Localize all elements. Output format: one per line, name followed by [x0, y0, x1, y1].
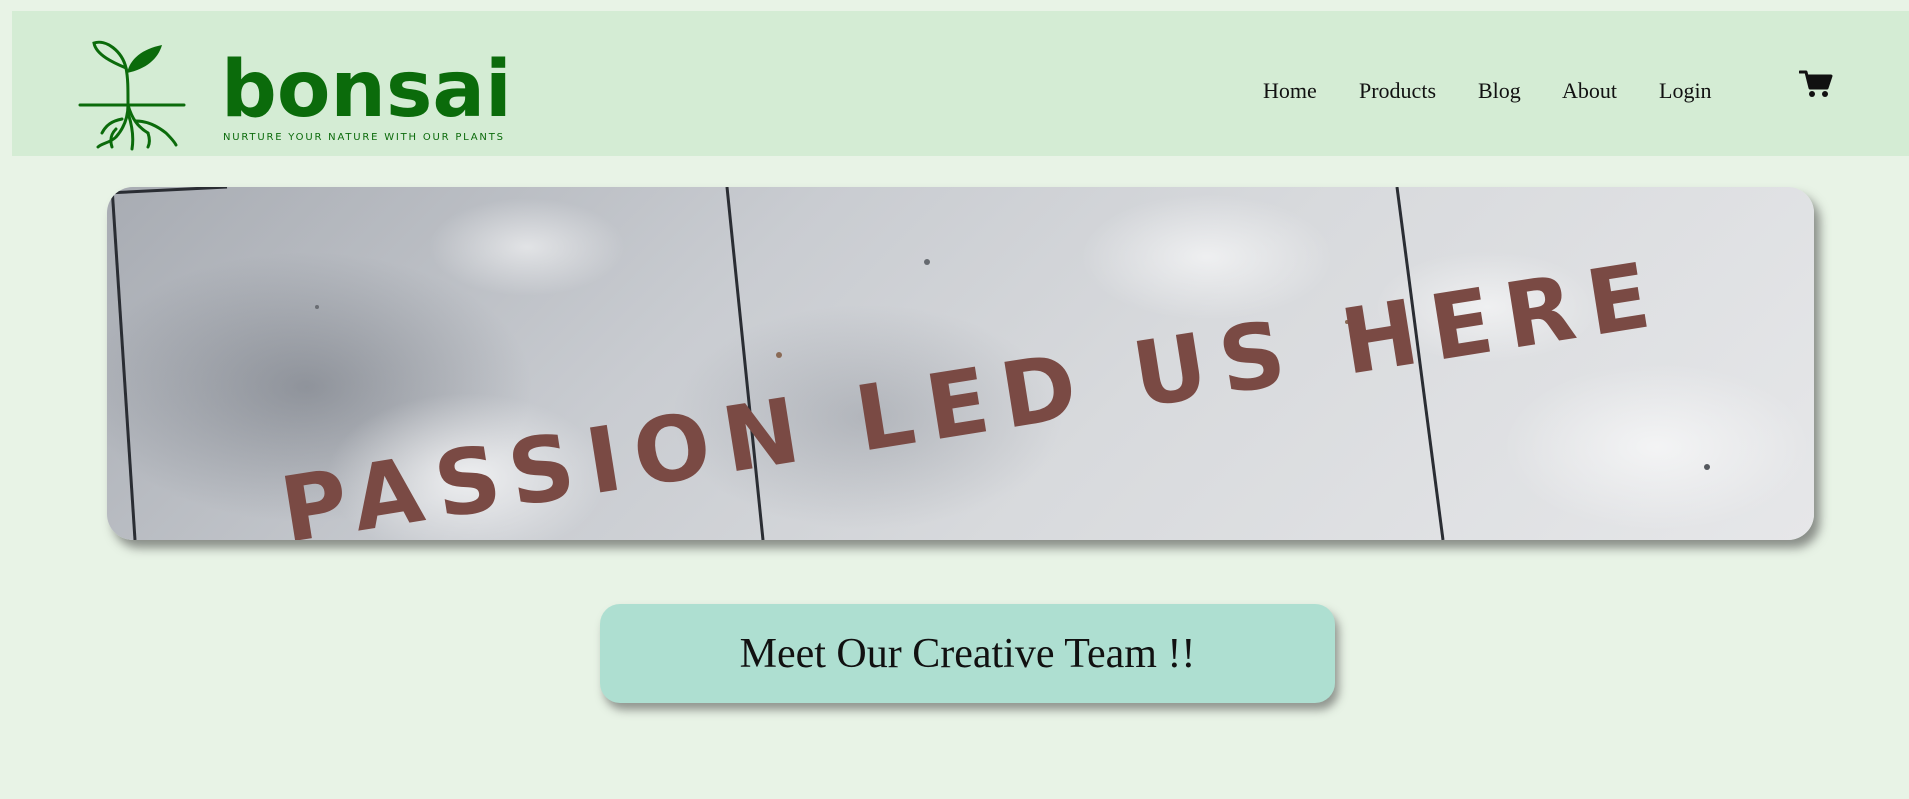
- cart-button[interactable]: [1798, 69, 1833, 99]
- shopping-cart-icon: [1798, 70, 1833, 97]
- nav-blog[interactable]: Blog: [1478, 77, 1521, 105]
- meet-team-label: Meet Our Creative Team !!: [739, 630, 1196, 677]
- nav-login[interactable]: Login: [1659, 77, 1712, 105]
- site-header: bonsai NURTURE YOUR NATURE WITH OUR PLAN…: [12, 11, 1909, 156]
- logo-tagline: NURTURE YOUR NATURE WITH OUR PLANTS: [223, 132, 505, 143]
- meet-team-button[interactable]: Meet Our Creative Team !!: [600, 604, 1335, 703]
- hero-text: PASSION LED US HERE: [274, 241, 1671, 540]
- nav-about[interactable]: About: [1562, 77, 1617, 105]
- main-nav: Home Products Blog About Login: [12, 77, 1909, 107]
- nav-home[interactable]: Home: [1263, 77, 1317, 105]
- hero-image: PASSION LED US HERE: [107, 187, 1710, 540]
- nav-products[interactable]: Products: [1359, 77, 1436, 105]
- hero-banner: PASSION LED US HERE: [107, 187, 1814, 540]
